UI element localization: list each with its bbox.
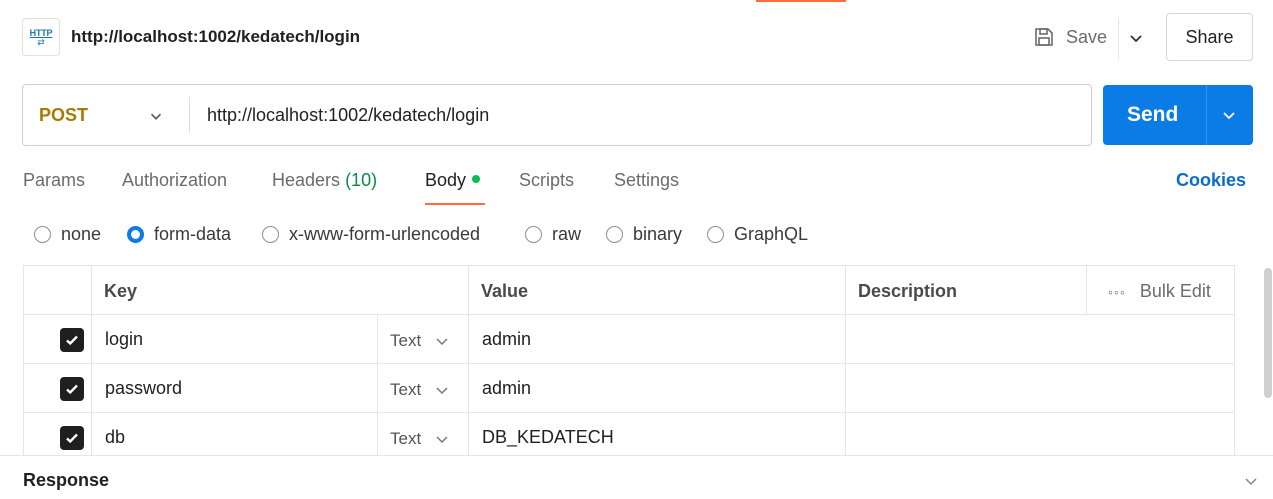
method-select[interactable]: POST: [39, 105, 88, 126]
http-request-icon: HTTP ⇄: [22, 18, 60, 56]
chevron-down-icon: [436, 436, 448, 444]
row-type-select[interactable]: Text: [390, 331, 449, 351]
radio-circle[interactable]: [34, 226, 51, 243]
form-data-table: Key Value Description ◦◦◦ Bulk Edit logi…: [23, 265, 1235, 455]
chevron-down-icon[interactable]: [147, 107, 165, 125]
radio-label: none: [61, 224, 102, 244]
response-panel[interactable]: Response: [0, 455, 1273, 499]
active-tab-accent: [756, 0, 846, 2]
radio-circle[interactable]: [707, 226, 724, 243]
tab-settings[interactable]: Settings: [614, 170, 679, 191]
radio-binary[interactable]: binary: [606, 224, 682, 245]
radio-circle[interactable]: [127, 226, 144, 243]
row-divider: [24, 363, 1234, 364]
tab-label: Headers: [272, 170, 341, 190]
radio-none[interactable]: none: [34, 224, 101, 245]
radio-label: binary: [633, 224, 683, 244]
request-header: HTTP ⇄ http://localhost:1002/kedatech/lo…: [22, 13, 1253, 61]
tab-params[interactable]: Params: [23, 170, 85, 191]
row-checkbox[interactable]: [60, 426, 84, 450]
tab-label: Authorization: [122, 170, 228, 190]
row-checkbox[interactable]: [60, 328, 84, 352]
response-title: Response: [23, 470, 110, 490]
save-button[interactable]: Save: [1032, 25, 1107, 49]
radio-label: form-data: [154, 224, 232, 244]
row-value[interactable]: admin: [482, 378, 531, 399]
row-key[interactable]: db: [105, 427, 125, 448]
row-key[interactable]: password: [105, 378, 182, 399]
row-key[interactable]: login: [105, 329, 143, 350]
chevron-down-icon[interactable]: [1242, 472, 1260, 490]
tab-body[interactable]: Body: [425, 170, 481, 191]
radio-circle[interactable]: [606, 226, 623, 243]
url-bar: POST: [22, 84, 1092, 146]
radio-graphql[interactable]: GraphQL: [707, 224, 808, 245]
active-tab-underline: [425, 203, 485, 205]
tab-headers[interactable]: Headers (10): [272, 170, 377, 191]
chevron-down-icon: [436, 387, 448, 395]
column-divider: [1086, 266, 1087, 314]
cookies-link[interactable]: Cookies: [1176, 170, 1246, 191]
tab-scripts[interactable]: Scripts: [519, 170, 574, 191]
body-indicator-dot: [472, 175, 481, 183]
checkmark-icon: [66, 433, 78, 444]
url-divider: [189, 97, 190, 133]
row-checkbox[interactable]: [60, 377, 84, 401]
radio-circle[interactable]: [262, 226, 279, 243]
header-divider: [1118, 18, 1119, 60]
radio-raw[interactable]: raw: [525, 224, 581, 245]
chevron-down-icon[interactable]: [1126, 28, 1146, 48]
send-label: Send: [1127, 103, 1179, 126]
checkmark-icon: [66, 335, 78, 346]
radio-label: x-www-form-urlencoded: [289, 224, 481, 244]
header-key: Key: [104, 281, 138, 301]
radio-circle[interactable]: [525, 226, 542, 243]
type-divider: [377, 314, 378, 455]
column-divider: [845, 266, 846, 455]
radio-form-data[interactable]: form-data: [127, 224, 231, 245]
radio-x-www-form-urlencoded[interactable]: x-www-form-urlencoded: [262, 224, 480, 245]
save-label: Save: [1066, 26, 1108, 47]
arrows-icon: ⇄: [37, 37, 45, 47]
row-divider: [24, 314, 1234, 315]
column-divider: [91, 266, 92, 455]
share-button[interactable]: Share: [1166, 13, 1253, 61]
chevron-down-icon[interactable]: [1219, 105, 1239, 125]
type-label: Text: [390, 429, 422, 448]
tab-label: Body: [425, 170, 467, 190]
row-value[interactable]: admin: [482, 329, 531, 350]
row-type-select[interactable]: Text: [390, 380, 449, 400]
send-divider: [1206, 85, 1207, 145]
send-button[interactable]: Send: [1103, 85, 1253, 145]
radio-label: raw: [552, 224, 582, 244]
tab-authorization[interactable]: Authorization: [122, 170, 227, 191]
tab-label: Scripts: [519, 170, 575, 190]
bulk-edit-button[interactable]: ◦◦◦ Bulk Edit: [1108, 281, 1211, 302]
row-type-select[interactable]: Text: [390, 429, 449, 449]
vertical-scrollbar[interactable]: [1264, 268, 1272, 398]
more-options-icon[interactable]: ◦◦◦: [1108, 284, 1126, 300]
radio-label: GraphQL: [734, 224, 809, 244]
tab-label: Params: [23, 170, 86, 190]
headers-count: (10): [345, 170, 378, 190]
url-input[interactable]: [207, 99, 1067, 131]
tab-label: Settings: [614, 170, 680, 190]
header-description: Description: [858, 281, 958, 301]
row-value[interactable]: DB_KEDATECH: [482, 427, 614, 448]
type-label: Text: [390, 380, 422, 399]
chevron-down-icon: [436, 338, 448, 346]
page-title: http://localhost:1002/kedatech/login: [71, 27, 361, 46]
bulk-edit-label: Bulk Edit: [1139, 281, 1211, 301]
row-divider: [24, 412, 1234, 413]
header-value: Value: [481, 281, 529, 301]
save-icon: [1035, 28, 1053, 46]
checkmark-icon: [66, 384, 78, 395]
type-label: Text: [390, 331, 422, 350]
column-divider: [468, 266, 469, 455]
